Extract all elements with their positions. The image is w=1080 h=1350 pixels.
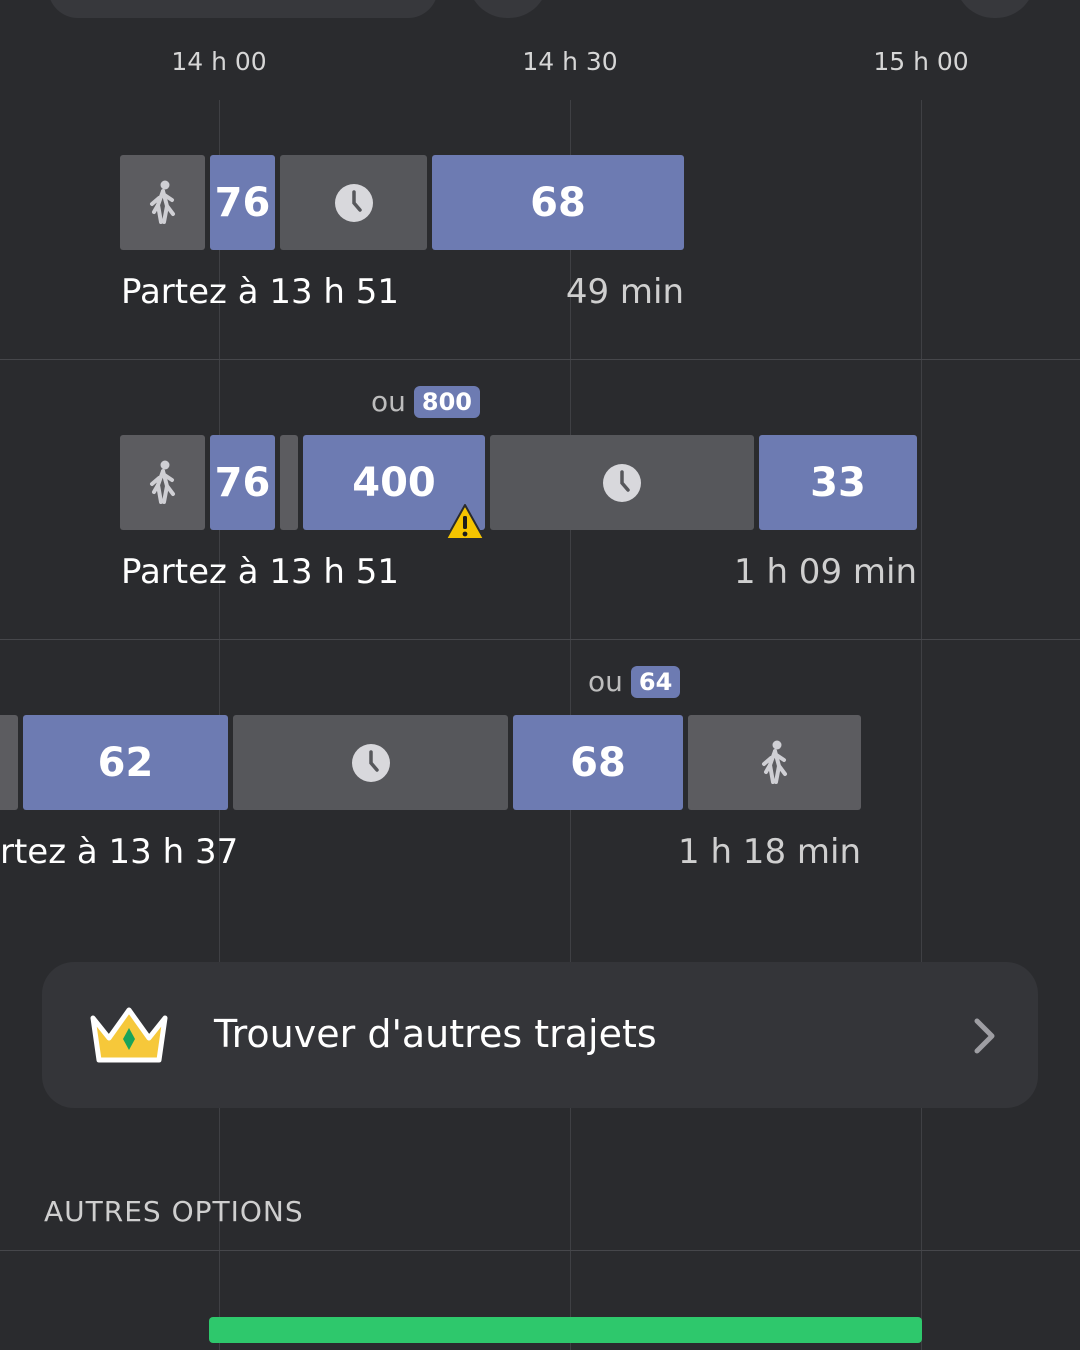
alternative-prefix: ou bbox=[371, 385, 406, 418]
option-progress-bar[interactable] bbox=[209, 1317, 922, 1343]
walking-person-icon bbox=[761, 740, 787, 784]
time-tick-1400: 14 h 00 bbox=[171, 47, 267, 76]
chevron-right-icon bbox=[974, 1018, 995, 1054]
alternative-route-badge: 800 bbox=[413, 385, 480, 418]
row-divider bbox=[0, 359, 1080, 360]
clock-icon bbox=[351, 743, 390, 782]
time-tick-1430: 14 h 30 bbox=[522, 47, 618, 76]
walk-segment bbox=[688, 715, 861, 810]
wait-segment bbox=[490, 435, 754, 530]
warning-icon bbox=[445, 504, 485, 540]
walking-person-icon bbox=[149, 180, 175, 224]
top-round-button[interactable] bbox=[468, 0, 548, 18]
clock-icon bbox=[603, 463, 641, 502]
trip-duration: 1 h 18 min bbox=[678, 832, 861, 872]
departure-time: rtez à 13 h 37 bbox=[0, 832, 239, 872]
find-more-trips-label: Trouver d'autres trajets bbox=[214, 1012, 657, 1056]
top-filter-pill[interactable] bbox=[48, 0, 438, 18]
departure-time: Partez à 13 h 51 bbox=[121, 552, 400, 592]
walk-segment bbox=[0, 715, 18, 810]
alternative-route-badge: 64 bbox=[630, 665, 681, 698]
trip-duration: 49 min bbox=[565, 272, 684, 312]
bus-segment-68: 68 bbox=[513, 715, 683, 810]
crown-icon bbox=[90, 1007, 168, 1063]
bus-segment-76: 76 bbox=[210, 155, 275, 250]
wait-segment bbox=[233, 715, 508, 810]
gridline-1500 bbox=[921, 100, 922, 1350]
transfer-walk-segment bbox=[280, 435, 298, 530]
bus-segment-76: 76 bbox=[210, 435, 275, 530]
wait-segment bbox=[280, 155, 427, 250]
row-divider bbox=[0, 639, 1080, 640]
alternative-route: ou 64 bbox=[588, 665, 681, 698]
trip-duration: 1 h 09 min bbox=[734, 552, 917, 592]
departure-time: Partez à 13 h 51 bbox=[121, 272, 400, 312]
clock-icon bbox=[334, 183, 373, 222]
alternative-prefix: ou bbox=[588, 665, 623, 698]
alternative-route: ou 800 bbox=[371, 385, 480, 418]
section-title-other-options: AUTRES OPTIONS bbox=[44, 1195, 304, 1228]
section-divider bbox=[0, 1250, 1080, 1251]
walk-segment bbox=[120, 155, 205, 250]
bus-segment-68: 68 bbox=[432, 155, 684, 250]
bus-segment-33: 33 bbox=[759, 435, 917, 530]
time-tick-1500: 15 h 00 bbox=[873, 47, 969, 76]
walk-segment bbox=[120, 435, 205, 530]
bus-segment-62: 62 bbox=[23, 715, 228, 810]
walking-person-icon bbox=[149, 460, 175, 504]
top-round-button-right[interactable] bbox=[955, 0, 1035, 18]
